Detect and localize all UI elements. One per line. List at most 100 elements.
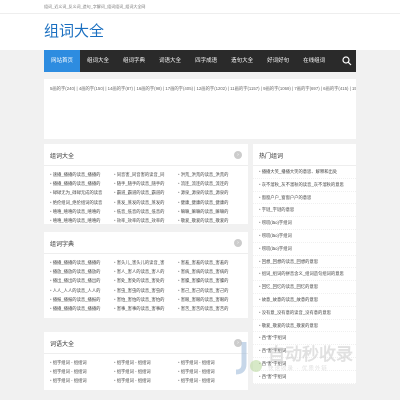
word-link[interactable]: 播播_播播的读音_播播的 [50, 258, 114, 267]
stroke-count-link[interactable]: 4画的字(150) [79, 86, 104, 91]
stroke-count-panel: 5画的字(240) | 4画的字(150) | 14画的字(87) | 16画的… [44, 79, 356, 139]
word-link[interactable]: 碌碌无为_碌碌无成的读音 [50, 188, 114, 197]
hot-word-link[interactable]: 字谜_字谜的意思 [253, 204, 356, 218]
nav-item[interactable]: 组词大全 [80, 50, 116, 72]
word-link[interactable]: 洪荒_洪荒的读音_洪荒的 [178, 170, 242, 179]
hot-word-link[interactable]: 故意_故意的读音_故意的意思 [253, 294, 356, 307]
word-link[interactable]: 嘛嘛_嘛嘛的读音_嘛嘛的 [178, 207, 242, 216]
word-link[interactable]: 组字组词 - 组组词 [50, 358, 114, 367]
hot-word-link[interactable]: 唠叨(lāo)字组词 [253, 243, 356, 256]
word-link[interactable]: 组字组词 - 组组词 [114, 376, 178, 385]
content-panel: 组词字典› 播播_播播的读音_播播的播放_播放的读音_播放的播出_播出的读音_播出… [44, 232, 248, 318]
stroke-count-link[interactable]: 14画的字(87) [108, 86, 133, 91]
word-link[interactable]: 害苦_害苦的读音_害苦的 [178, 304, 242, 313]
hot-word-link[interactable]: 敬爱_敬爱的读音_敬爱的意思 [253, 320, 356, 333]
main-column: 组词大全›速播_播播的读音_播播的播播_播播的读音_播播的碌碌无为_碌碌无成的读… [44, 144, 248, 396]
panel-title: 词语大全 [44, 332, 248, 354]
word-link[interactable]: 害事_害事的读音_害事的 [114, 304, 178, 313]
header: 组词大全 [0, 14, 400, 50]
stroke-count-link[interactable]: 5画的字(240) [50, 86, 75, 91]
word-link[interactable]: 害人_害人的读音_害人的 [114, 267, 178, 276]
nav-item[interactable]: 在线组词 [296, 50, 332, 72]
panel-title: 组词大全 [44, 144, 248, 166]
word-link[interactable]: 嘻嘻_嘻嘻的读音_嘻嘻的 [50, 207, 114, 216]
word-link[interactable]: 害己_害己的读音_害己的 [178, 286, 242, 295]
hot-word-link[interactable]: 灰不溜秋_灰不溜秋的读音_灰不溜秋的意思 [253, 179, 356, 192]
word-link[interactable]: 人人_人人的读音_人人的 [50, 286, 114, 295]
nav-item[interactable]: 造句大全 [224, 50, 260, 72]
word-link[interactable]: 随手_随手的读音_随手的 [114, 179, 178, 188]
nav-item[interactable]: 组词字典 [116, 50, 152, 72]
word-link[interactable]: 霸道_霸道的读音_霸道的 [114, 188, 178, 197]
watermark: 自动秒收录 快速收录 · 优质外链 [232, 338, 382, 378]
word-link[interactable]: 害病_害病的读音_害病的 [178, 267, 242, 276]
word-link[interactable]: 低音_低音的读音_低音的 [114, 207, 178, 216]
top-keywords: 组词_近义词_反义词_造句_字解词_组词组词_组词大全网 [0, 0, 400, 14]
link-column: 速播_播播的读音_播播的播播_播播的读音_播播的碌碌无为_碌碌无成的读音绝伦组词… [50, 170, 114, 225]
word-link[interactable]: 速播_播播的读音_播播的 [50, 170, 114, 179]
hot-word-link[interactable]: 唠叨(lāo)字组词 [253, 217, 356, 230]
word-link[interactable]: 播报_播报的读音_播报的 [50, 295, 114, 304]
word-link[interactable]: 害处_害处的读音_害处的 [114, 276, 178, 285]
nav-item[interactable]: 好词好句 [260, 50, 296, 72]
hot-word-link[interactable]: 回忆_回忆的读音_回忆的意思 [253, 281, 356, 294]
word-link[interactable]: 组字组词 - 组组词 [114, 358, 178, 367]
stroke-count-link[interactable]: 7画的字(697) [294, 86, 319, 91]
word-link[interactable]: 播放_播放的读音_播放的 [50, 267, 114, 276]
stroke-count-link[interactable]: 12画的字(1202) [197, 86, 227, 91]
word-link[interactable]: 害臊_害臊的读音_害臊的 [178, 276, 242, 285]
more-arrow-icon[interactable]: › [234, 239, 242, 247]
stroke-count-link[interactable]: 17画的字(405) [165, 86, 193, 91]
stroke-count-link[interactable]: 15画的字(525) [352, 86, 356, 91]
search-icon[interactable] [342, 56, 352, 66]
nav-item[interactable]: 网站首页 [44, 50, 81, 72]
word-link[interactable]: 组字组词 - 组组词 [50, 367, 114, 376]
word-link[interactable]: 效率_效率的读音_效率的 [114, 216, 178, 225]
word-link[interactable]: 害眼_害眼的读音_害眼的 [178, 295, 242, 304]
word-link[interactable]: 流连_流连的读音_流连的 [178, 179, 242, 188]
link-column: 洪荒_洪荒的读音_洪荒的流连_流连的读音_流连的源泉_源泉的读音_源泉的健康_健… [178, 170, 242, 225]
stroke-count-link[interactable]: 9画的字(1069) [263, 86, 291, 91]
word-link[interactable]: 健康_健康的读音_健康的 [178, 198, 242, 207]
panel-title: 热门组词 [253, 144, 356, 166]
stroke-count-link[interactable]: 16画的字(98) [136, 86, 161, 91]
more-arrow-icon[interactable]: › [234, 151, 242, 159]
link-column: 害头儿_害头儿的读音_害害人_害人的读音_害人的害处_害处的读音_害处的害虫_害… [114, 258, 178, 313]
word-link[interactable]: 播出_播出的读音_播出的 [50, 276, 114, 285]
watermark-text: 自动秒收录 [268, 345, 353, 364]
word-link[interactable]: 蒸发_蒸发的读音_蒸发的 [114, 198, 178, 207]
hot-word-link[interactable]: 没有意_没有意的读音_没有意的意思 [253, 307, 356, 320]
watermark-subtext: 快速收录 · 优质外链 [268, 366, 328, 372]
hot-word-link[interactable]: 组词_组词的拼音含义_组词造句组词的意思 [253, 268, 356, 282]
word-link[interactable]: 播播_播播的读音_播播的 [50, 179, 114, 188]
word-link[interactable]: 组字组词 - 组组词 [50, 376, 114, 385]
word-link[interactable]: 害怕_害怕的读音_害怕的 [114, 295, 178, 304]
link-columns: 组字组词 - 组组词组字组词 - 组组词组字组词 - 组组词组字组词 - 组组词… [44, 354, 248, 390]
hot-word-link[interactable]: 唠叨(lāo)字组词 [253, 230, 356, 243]
hot-word-link[interactable]: 播播大笑_播播大笑的意思、解释和出处 [253, 166, 356, 179]
word-link[interactable]: 组字组词 - 组组词 [114, 367, 178, 376]
word-link[interactable]: 源泉_源泉的读音_源泉的 [178, 188, 242, 197]
link-column: 组字组词 - 组组词组字组词 - 组组词组字组词 - 组组词 [114, 358, 178, 386]
stroke-count-link[interactable]: 6画的字(415) [323, 86, 348, 91]
word-link[interactable]: 同音害_同音害的读音_同 [114, 170, 178, 179]
word-link[interactable]: 嘻嘻_嘻嘻的读音_嘻嘻的 [50, 216, 114, 225]
hot-word-link[interactable]: 回想_回想的读音_回想的意思 [253, 256, 356, 269]
hot-word-link[interactable]: 窗窗户户_窗窗户户的意思 [253, 192, 356, 205]
stroke-count-link[interactable]: 11画的字(1157) [230, 86, 259, 91]
link-column: 播播_播播的读音_播播的播放_播放的读音_播放的播出_播出的读音_播出的人人_人… [50, 258, 114, 313]
link-column: 害羞_害羞的读音_害羞的害病_害病的读音_害病的害臊_害臊的读音_害臊的害己_害… [178, 258, 242, 313]
nav-item[interactable]: 四字成语 [188, 50, 224, 72]
content-panel: 组词大全› 速播_播播的读音_播播的播播_播播的读音_播播的碌碌无为_碌碌无成的读… [44, 144, 248, 224]
link-columns: 播播_播播的读音_播播的播放_播放的读音_播放的播出_播出的读音_播出的人人_人… [44, 254, 248, 317]
word-link[interactable]: 播播_播播的读音_播播的 [50, 304, 114, 313]
link-column: 组字组词 - 组组词组字组词 - 组组词组字组词 - 组组词 [50, 358, 114, 386]
main-nav: 网站首页 组词大全 组词字典 词语大全 四字成语 造句大全 好词好句 在线组词 [44, 50, 356, 72]
site-logo[interactable]: 组词大全 [44, 14, 400, 50]
word-link[interactable]: 害头儿_害头儿的读音_害 [114, 258, 178, 267]
word-link[interactable]: 害羞_害羞的读音_害羞的 [178, 258, 242, 267]
nav-item[interactable]: 词语大全 [152, 50, 188, 72]
word-link[interactable]: 敬爱_敬爱的读音_敬爱的 [178, 216, 242, 225]
word-link[interactable]: 绝伦组词_绝伦组词的读音 [50, 198, 114, 207]
word-link[interactable]: 害虫_害虫的读音_害虫的 [114, 286, 178, 295]
